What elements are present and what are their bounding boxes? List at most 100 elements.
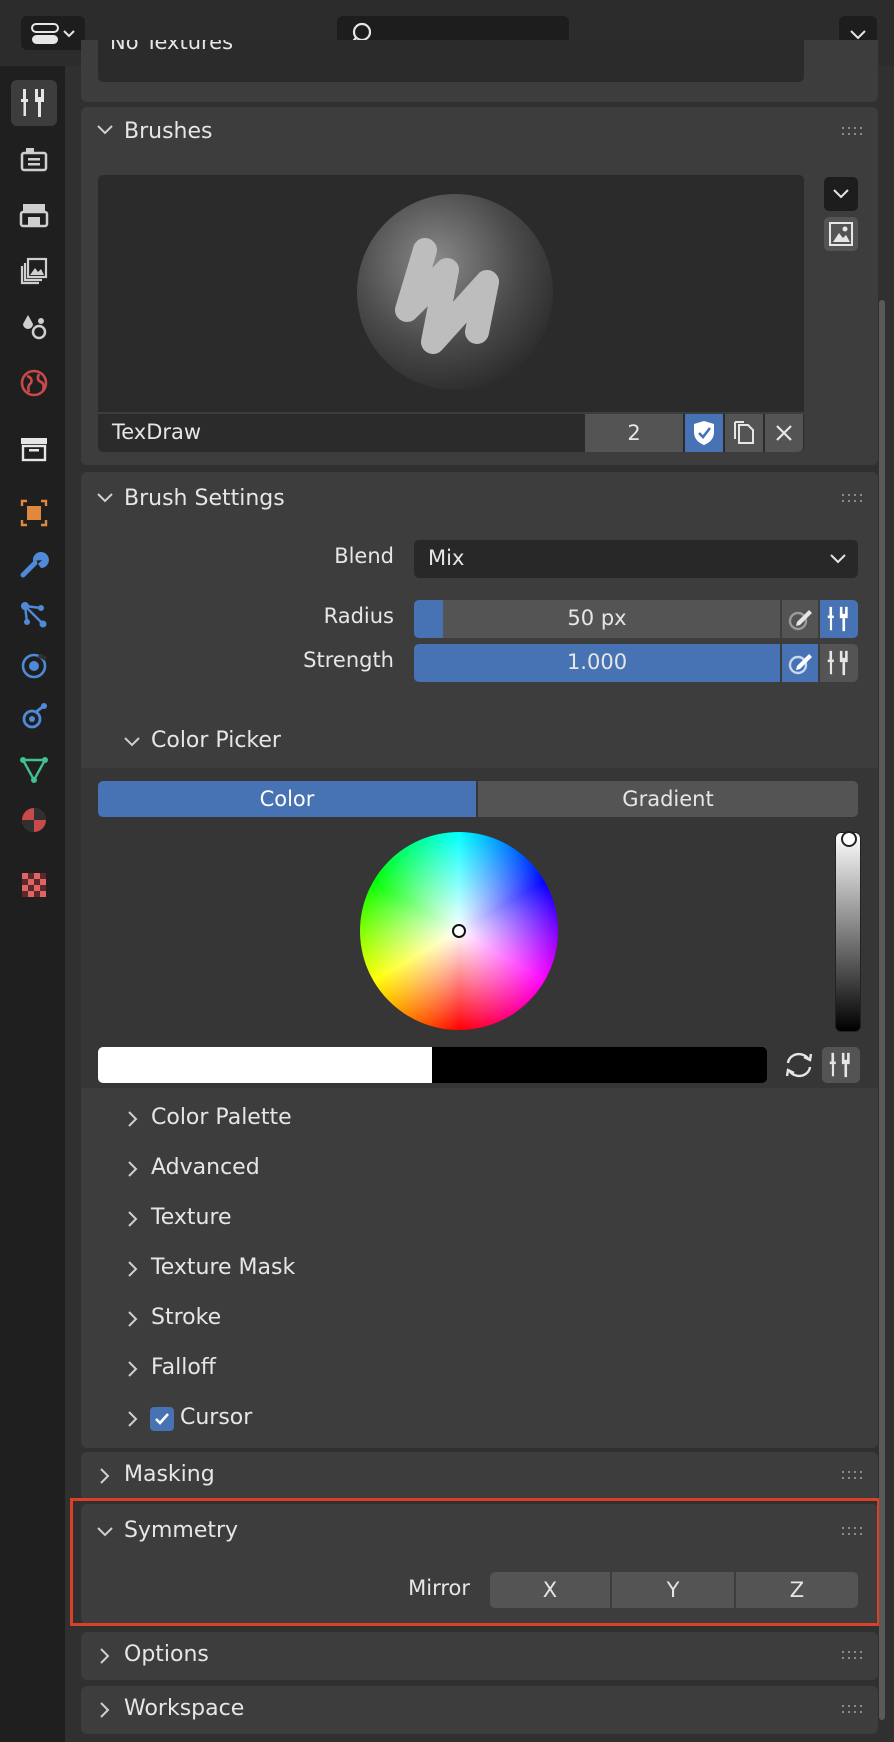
brush-user-count-value: 2: [627, 421, 641, 445]
brush-menu-button[interactable]: [824, 177, 858, 211]
brush-name-field[interactable]: TexDraw: [112, 420, 201, 444]
subpanel-falloff[interactable]: Falloff: [81, 1347, 878, 1391]
brushes-title: Brushes: [124, 119, 213, 144]
subpanel-cursor[interactable]: Cursor: [81, 1397, 878, 1441]
blend-value: Mix: [428, 546, 465, 570]
scrollbar[interactable]: [879, 300, 885, 1720]
chevron-right-icon: [128, 1411, 138, 1427]
texture-slot-label: No Textures: [110, 40, 234, 54]
tab-texture[interactable]: [11, 862, 57, 908]
subpanel-stroke[interactable]: Stroke: [81, 1297, 878, 1341]
unified-paint-icon: [829, 1052, 850, 1078]
texture-slot[interactable]: No Textures: [98, 40, 804, 82]
chevron-right-icon: [128, 1161, 138, 1177]
tab-scene[interactable]: [11, 304, 57, 350]
chevron-down-icon: [833, 189, 849, 199]
particles-icon: [21, 602, 47, 628]
drag-handle-icon[interactable]: [842, 1651, 864, 1661]
radius-value: 50 px: [567, 606, 627, 630]
duplicate-brush-button[interactable]: [725, 414, 763, 452]
cursor-checkbox[interactable]: [150, 1407, 174, 1431]
textures-panel-partial: No Textures: [81, 40, 878, 102]
swap-colors-button[interactable]: [781, 1047, 817, 1083]
workspace-panel[interactable]: Workspace: [81, 1686, 878, 1734]
wrench-icon: [20, 552, 49, 578]
subpanel-label: Color Palette: [151, 1105, 292, 1130]
drag-handle-icon[interactable]: [842, 494, 864, 504]
options-panel[interactable]: Options: [81, 1632, 878, 1680]
primary-color-swatch[interactable]: [98, 1047, 432, 1083]
tab-tool[interactable]: [11, 80, 57, 126]
tab-gradient[interactable]: Gradient: [478, 781, 858, 817]
unified-paint-icon: [827, 650, 848, 676]
workspace-title: Workspace: [124, 1696, 245, 1721]
tab-physics[interactable]: [11, 643, 57, 689]
tab-data[interactable]: [11, 746, 57, 792]
drag-handle-icon[interactable]: [842, 1705, 864, 1715]
texture-icon: [22, 873, 46, 897]
radius-slider[interactable]: 50 px: [414, 600, 780, 638]
pen-pressure-icon: [788, 654, 812, 675]
secondary-color-swatch[interactable]: [432, 1047, 767, 1083]
subpanel-advanced[interactable]: Advanced: [81, 1147, 878, 1191]
brush-preview[interactable]: [98, 175, 804, 419]
subpanel-texture-mask[interactable]: Texture Mask: [81, 1247, 878, 1291]
subpanel-texture[interactable]: Texture: [81, 1197, 878, 1241]
blend-dropdown[interactable]: Mix: [414, 540, 858, 578]
chevron-right-icon: [128, 1311, 138, 1327]
tab-modifiers[interactable]: [11, 541, 57, 587]
tab-gradient-label: Gradient: [622, 787, 714, 811]
color-wheel-cursor[interactable]: [452, 924, 466, 938]
strength-pressure-button[interactable]: [782, 644, 818, 682]
properties-tabs: [0, 66, 65, 1742]
subpanel-label: Falloff: [151, 1355, 216, 1380]
brush-settings-title: Brush Settings: [124, 486, 285, 511]
unlink-brush-button[interactable]: [765, 414, 803, 452]
masking-panel[interactable]: Masking: [81, 1452, 878, 1500]
editor-type-button[interactable]: [21, 16, 85, 50]
tab-output[interactable]: [11, 192, 57, 238]
drag-handle-icon[interactable]: [842, 1471, 864, 1481]
swap-icon: [785, 1052, 813, 1078]
options-title: Options: [124, 1642, 209, 1667]
chevron-right-icon: [128, 1211, 138, 1227]
duplicate-icon: [734, 421, 754, 444]
brush-user-count[interactable]: 2: [585, 414, 683, 452]
color-picker-subpanel: Color Picker Color Gradient: [81, 716, 878, 1088]
tab-world[interactable]: [11, 360, 57, 406]
color-wheel[interactable]: [360, 832, 558, 1030]
pen-pressure-icon: [788, 610, 812, 631]
radius-pressure-button[interactable]: [782, 600, 818, 638]
value-slider-handle[interactable]: [841, 831, 857, 847]
tab-view-layer[interactable]: [11, 248, 57, 294]
tab-color[interactable]: Color: [98, 781, 476, 817]
chevron-down-icon: [850, 30, 866, 40]
chevron-down-icon: [97, 493, 113, 503]
checkmark-icon: [155, 1413, 169, 1425]
tab-render[interactable]: [11, 136, 57, 182]
mesh-data-icon: [20, 757, 48, 783]
fake-user-button[interactable]: [685, 414, 723, 452]
strength-unified-button[interactable]: [820, 644, 858, 682]
physics-icon: [21, 653, 47, 679]
color-picker-header[interactable]: Color Picker: [81, 716, 878, 768]
output-icon: [19, 204, 49, 228]
tab-collection[interactable]: [11, 426, 57, 472]
subpanel-label: Stroke: [151, 1305, 222, 1330]
tab-material[interactable]: [11, 797, 57, 843]
strength-label: Strength: [303, 648, 394, 672]
tab-constraints[interactable]: [11, 694, 57, 740]
brushes-panel-header[interactable]: Brushes: [81, 107, 878, 159]
unified-paint-icon: [827, 606, 848, 632]
color-unified-button[interactable]: [822, 1047, 860, 1083]
radius-unified-button[interactable]: [820, 600, 858, 638]
tab-object[interactable]: [11, 490, 57, 536]
drag-handle-icon[interactable]: [842, 127, 864, 137]
strength-slider[interactable]: 1.000: [414, 644, 780, 682]
cursor-label: Cursor: [180, 1405, 253, 1430]
brush-settings-header[interactable]: Brush Settings: [81, 472, 878, 524]
subpanel-color-palette[interactable]: Color Palette: [81, 1097, 878, 1141]
brush-custom-icon-button[interactable]: [824, 217, 858, 251]
tab-particles[interactable]: [11, 592, 57, 638]
value-slider[interactable]: [835, 831, 861, 1032]
